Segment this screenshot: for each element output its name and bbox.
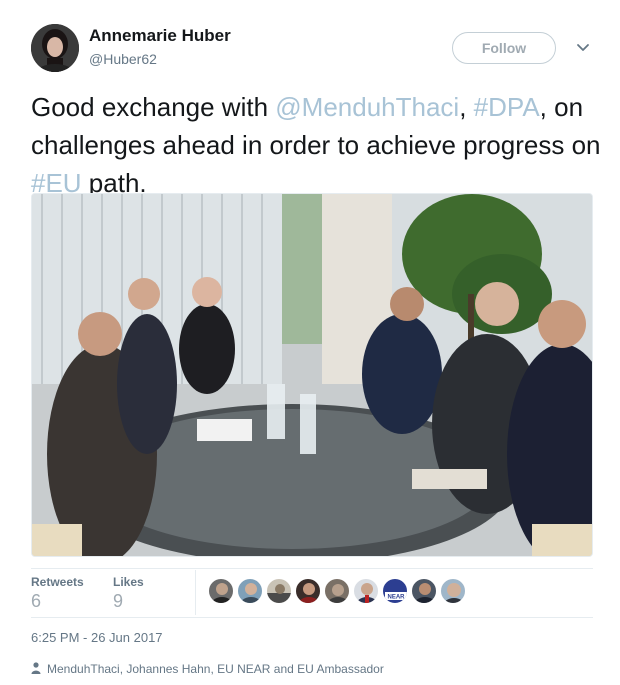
tweet-text-part: Good exchange with — [31, 92, 276, 122]
liker-avatar[interactable] — [208, 578, 234, 604]
tweet-text: Good exchange with @MenduhThaci, #DPA, o… — [31, 88, 601, 202]
person-icon — [31, 662, 41, 674]
retweets-count[interactable]: 6 — [31, 591, 41, 612]
follow-button[interactable]: Follow — [452, 32, 556, 64]
tagged-people-text: MenduhThaci, Johannes Hahn, EU NEAR and … — [47, 662, 384, 676]
liker-avatar[interactable] — [411, 578, 437, 604]
chevron-down-icon[interactable] — [574, 38, 592, 56]
liker-avatar[interactable] — [237, 578, 263, 604]
liker-avatar[interactable] — [353, 578, 379, 604]
tweet-text-part: , — [459, 92, 474, 122]
retweets-label[interactable]: Retweets — [31, 575, 84, 589]
stats-top-divider — [31, 568, 593, 569]
tweet-photo[interactable] — [31, 193, 593, 557]
mention-link[interactable]: @MenduhThaci — [275, 92, 459, 122]
liker-avatar[interactable] — [324, 578, 350, 604]
liker-avatar-near[interactable]: NEAR — [382, 578, 408, 604]
author-name[interactable]: Annemarie Huber — [89, 26, 231, 46]
tagged-people[interactable]: MenduhThaci, Johannes Hahn, EU NEAR and … — [31, 662, 384, 676]
svg-text:NEAR: NEAR — [387, 595, 405, 601]
likes-count[interactable]: 9 — [113, 591, 123, 612]
author-handle[interactable]: @Huber62 — [89, 51, 157, 67]
stats-bottom-divider — [31, 617, 593, 618]
stats-separator — [195, 570, 196, 615]
tweet-timestamp[interactable]: 6:25 PM - 26 Jun 2017 — [31, 630, 163, 645]
likes-label[interactable]: Likes — [113, 575, 144, 589]
liker-avatar[interactable] — [440, 578, 466, 604]
liker-avatar[interactable] — [266, 578, 292, 604]
liker-avatar[interactable] — [295, 578, 321, 604]
hashtag-link[interactable]: #DPA — [474, 92, 540, 122]
author-avatar[interactable] — [31, 24, 79, 72]
